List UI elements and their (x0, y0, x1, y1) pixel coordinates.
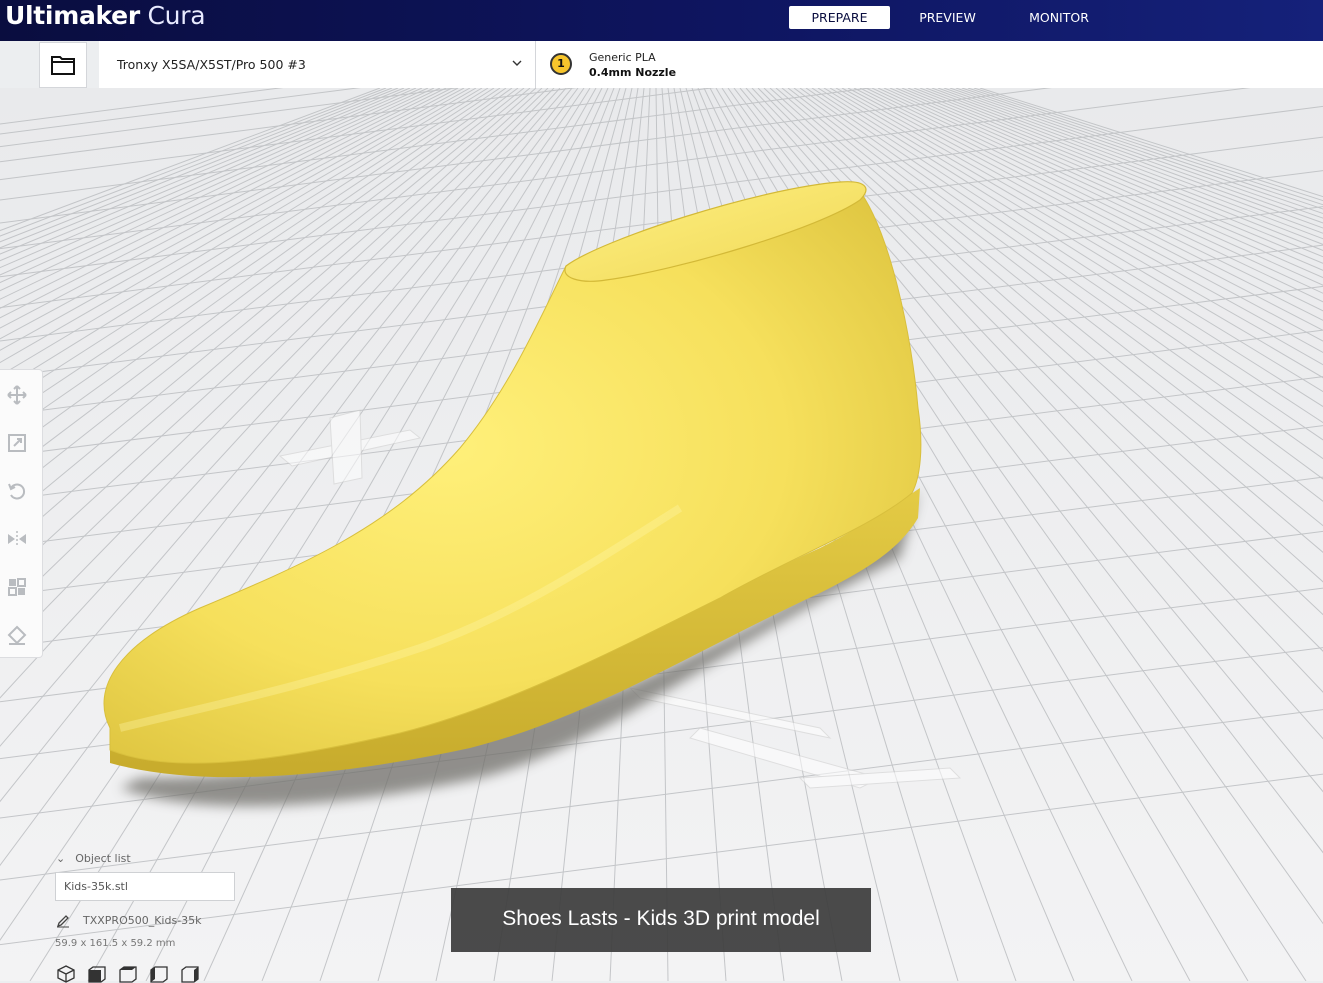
app-title-bold: Ultimaker (5, 1, 140, 30)
per-model-settings-icon[interactable] (6, 576, 28, 598)
app-logo: Ultimaker Cura (5, 1, 206, 30)
pencil-icon[interactable] (56, 914, 70, 928)
printer-selector[interactable]: Tronxy X5SA/X5ST/Pro 500 #3 (99, 41, 536, 88)
object-list-toggle[interactable]: ⌄ Object list (56, 852, 131, 865)
chevron-down-icon (512, 60, 522, 66)
header-bar: Ultimaker Cura PREPARE PREVIEW MONITOR (0, 0, 1323, 41)
scale-icon[interactable] (6, 432, 28, 454)
stage-tabs: PREPARE PREVIEW MONITOR (789, 6, 1113, 29)
extruder-badge: 1 (550, 53, 572, 75)
open-file-button[interactable] (39, 42, 87, 88)
tool-panel (0, 369, 43, 658)
caption-overlay: Shoes Lasts - Kids 3D print model (451, 888, 871, 952)
mirror-icon[interactable] (6, 528, 28, 550)
top-view-icon[interactable] (118, 965, 138, 983)
3d-viewport[interactable] (0, 88, 1323, 981)
tab-prepare[interactable]: PREPARE (789, 6, 890, 29)
tab-monitor[interactable]: MONITOR (1005, 6, 1113, 29)
move-icon[interactable] (6, 384, 28, 406)
left-view-icon[interactable] (149, 965, 169, 983)
tab-preview[interactable]: PREVIEW (890, 6, 1005, 29)
app-title-light: Cura (147, 1, 206, 30)
view-orientation-controls (56, 965, 200, 983)
material-name: Generic PLA (589, 51, 656, 64)
rotate-icon[interactable] (6, 480, 28, 502)
print-core-material-selector[interactable]: 1 Generic PLA 0.4mm Nozzle (536, 41, 1323, 88)
model-dimensions: 59.9 x 161.5 x 59.2 mm (55, 938, 176, 949)
right-view-icon[interactable] (180, 965, 200, 983)
3d-view-icon[interactable] (56, 965, 76, 983)
chevron-down-icon: ⌄ (56, 852, 66, 865)
folder-icon (51, 56, 75, 75)
object-list-label: Object list (75, 852, 131, 865)
front-view-icon[interactable] (87, 965, 107, 983)
nozzle-size: 0.4mm Nozzle (589, 66, 677, 79)
support-blocker-icon[interactable] (6, 624, 28, 646)
object-list-item[interactable]: Kids-35k.stl (55, 872, 235, 901)
job-name[interactable]: TXXPRO500_Kids-35k (83, 914, 202, 927)
printer-name: Tronxy X5SA/X5ST/Pro 500 #3 (117, 57, 306, 72)
